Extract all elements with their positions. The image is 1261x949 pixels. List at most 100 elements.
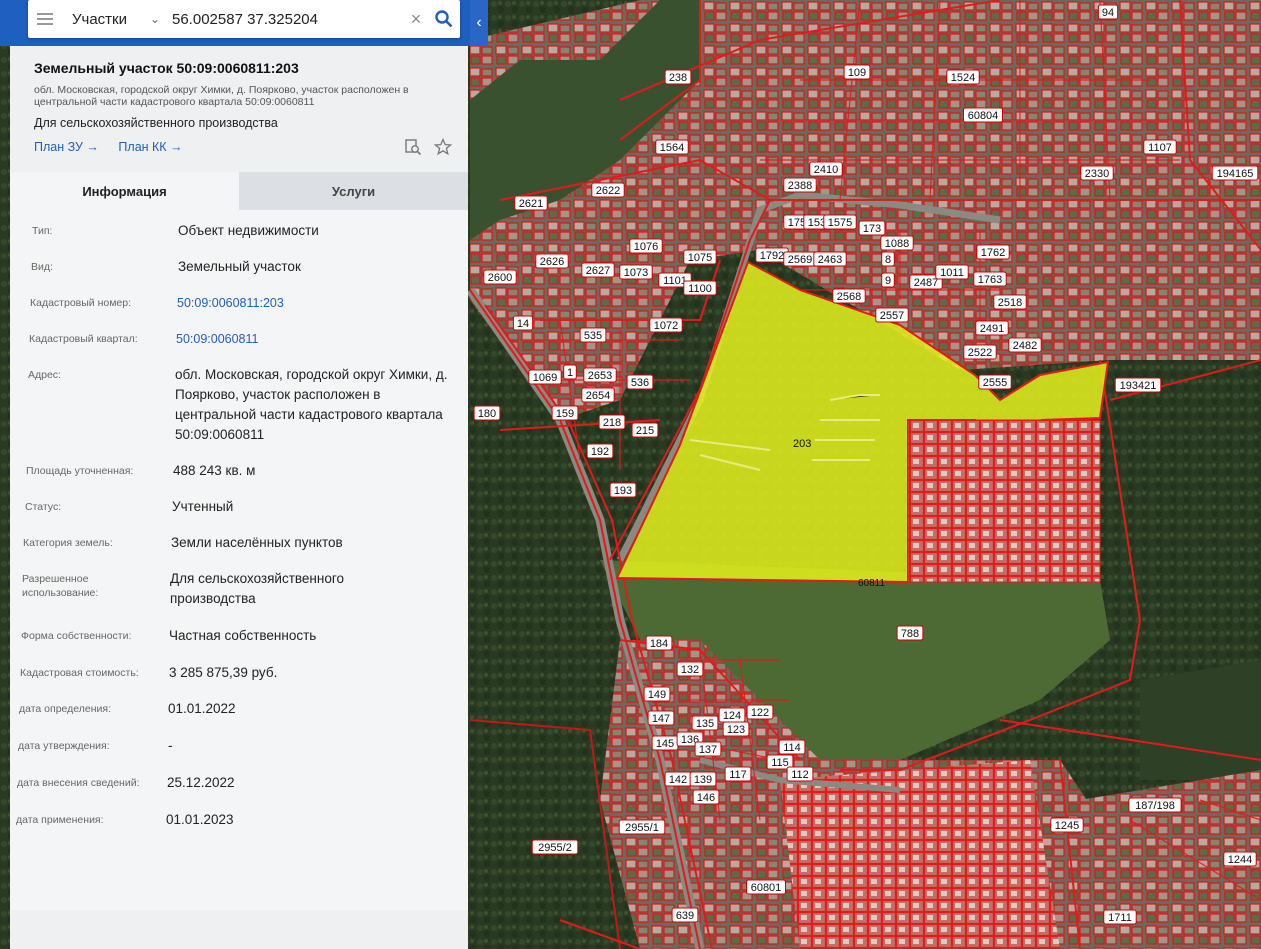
parcel-number-label[interactable]: 124: [718, 707, 746, 723]
parcel-number-label[interactable]: 1: [563, 364, 577, 380]
parcel-number-label[interactable]: 2482: [1008, 337, 1042, 353]
parcel-number-label[interactable]: 159: [551, 405, 579, 421]
parcel-number-label[interactable]: 112: [786, 766, 814, 782]
svg-text:135: 135: [696, 718, 714, 730]
parcel-number-label[interactable]: 1088: [880, 235, 914, 251]
parcel-number-label[interactable]: 146: [692, 789, 720, 805]
parcel-number-label[interactable]: 215: [631, 422, 659, 438]
parcel-number-label[interactable]: 117: [724, 766, 752, 782]
parcel-number-label[interactable]: 2555: [978, 374, 1012, 390]
parcel-number-label[interactable]: 639: [671, 907, 699, 923]
parcel-number-label[interactable]: 194165: [1211, 165, 1259, 181]
parcel-number-label[interactable]: 1011: [935, 264, 969, 280]
search-input[interactable]: 56.002587 37.325204: [172, 11, 404, 28]
parcel-number-label[interactable]: 1076: [629, 238, 663, 254]
parcel-number-label[interactable]: 2463: [813, 251, 847, 267]
menu-icon[interactable]: [28, 0, 62, 38]
parcel-number-label[interactable]: 788: [896, 625, 924, 641]
parcel-number-label[interactable]: 2568: [832, 288, 866, 304]
tab-information[interactable]: Информация: [10, 172, 239, 210]
search-scope-select[interactable]: Участки: [62, 11, 150, 28]
info-value: -: [168, 738, 173, 753]
search-box[interactable]: Участки ⌄ 56.002587 37.325204 ×: [28, 0, 460, 38]
svg-text:1100: 1100: [688, 283, 712, 295]
parcel-number-label[interactable]: 139: [689, 771, 717, 787]
parcel-number-label[interactable]: 145: [651, 735, 679, 751]
parcel-number-label[interactable]: 193421: [1114, 377, 1162, 393]
parcel-number-label[interactable]: 218: [598, 414, 626, 430]
tab-services[interactable]: Услуги: [239, 172, 468, 210]
parcel-number-label[interactable]: 2557: [875, 307, 909, 323]
search-icon[interactable]: [428, 0, 460, 38]
collapse-panel-button[interactable]: ‹: [470, 0, 488, 46]
parcel-number-label[interactable]: 2622: [591, 182, 625, 198]
parcel-number-label[interactable]: 1069: [528, 369, 562, 385]
parcel-number-label[interactable]: 1244: [1223, 851, 1257, 867]
parcel-number-label[interactable]: 1524: [946, 69, 980, 85]
parcel-number-label[interactable]: 2522: [963, 344, 997, 360]
parcel-number-label[interactable]: 94: [1097, 4, 1119, 20]
parcel-number-label[interactable]: 2654: [581, 387, 615, 403]
parcel-number-label[interactable]: 1100: [683, 280, 717, 296]
parcel-number-label[interactable]: 132: [676, 661, 704, 677]
search-document-icon[interactable]: [404, 138, 422, 159]
parcel-number-label[interactable]: 2626: [535, 253, 569, 269]
svg-text:2621: 2621: [519, 198, 543, 210]
parcel-number-label[interactable]: 192: [586, 443, 614, 459]
star-icon[interactable]: [433, 137, 453, 159]
parcel-number-label[interactable]: 1107: [1143, 139, 1177, 155]
parcel-number-label[interactable]: 8: [881, 251, 895, 267]
parcel-number-label[interactable]: 149: [643, 686, 671, 702]
parcel-number-label[interactable]: 2955/2: [531, 839, 579, 855]
parcel-number-label[interactable]: 1075: [683, 249, 717, 265]
parcel-number-label[interactable]: 135: [691, 715, 719, 731]
parcel-number-label[interactable]: 2388: [783, 177, 817, 193]
parcel-number-label[interactable]: 109: [843, 64, 871, 80]
parcel-number-label[interactable]: 2621: [514, 195, 548, 211]
parcel-number-label[interactable]: 2600: [483, 269, 517, 285]
parcel-number-label[interactable]: 123: [722, 721, 750, 737]
info-key: дата применения:: [16, 814, 104, 826]
parcel-number-label[interactable]: 2653: [583, 367, 617, 383]
parcel-number-label[interactable]: 60804: [963, 107, 1003, 123]
parcel-number-label[interactable]: 142: [664, 771, 692, 787]
parcel-number-label[interactable]: 9: [881, 272, 895, 288]
parcel-number-label[interactable]: 535: [579, 327, 607, 343]
svg-text:2463: 2463: [818, 254, 842, 266]
plan-kk-link[interactable]: План КК →: [118, 140, 182, 154]
parcel-number-label[interactable]: 536: [626, 374, 654, 390]
parcel-number-label[interactable]: 1575: [823, 214, 857, 230]
parcel-number-label[interactable]: 1763: [973, 271, 1007, 287]
parcel-number-label[interactable]: 238: [664, 69, 692, 85]
parcel-number-label[interactable]: 184: [645, 635, 673, 651]
cadastral-quarter-link[interactable]: 50:09:0060811: [176, 329, 259, 349]
clear-icon[interactable]: ×: [404, 9, 428, 30]
svg-text:173: 173: [863, 223, 881, 235]
parcel-number-label[interactable]: 193: [609, 482, 637, 498]
parcel-number-label[interactable]: 173: [858, 220, 886, 236]
parcel-number-label[interactable]: 1762: [976, 244, 1010, 260]
parcel-number-label[interactable]: 60801: [746, 879, 786, 895]
parcel-number-label[interactable]: 1245: [1050, 817, 1084, 833]
parcel-number-label[interactable]: 180: [473, 405, 501, 421]
parcel-number-label[interactable]: 187/198: [1128, 797, 1182, 813]
parcel-number-label[interactable]: 114: [778, 739, 806, 755]
parcel-number-label[interactable]: 137: [694, 741, 722, 757]
parcel-number-label[interactable]: 2491: [975, 320, 1009, 336]
parcel-number-label[interactable]: 122: [746, 704, 774, 720]
parcel-number-label[interactable]: 147: [647, 710, 675, 726]
parcel-number-label[interactable]: 1564: [655, 139, 689, 155]
parcel-number-label[interactable]: 1711: [1103, 909, 1137, 925]
parcel-number-label[interactable]: 2518: [993, 294, 1027, 310]
parcel-number-label[interactable]: 2330: [1080, 165, 1114, 181]
chevron-down-icon[interactable]: ⌄: [150, 12, 172, 26]
parcel-number-label[interactable]: 2410: [809, 161, 843, 177]
parcel-number-label[interactable]: 2569: [783, 251, 817, 267]
cadastral-number-link[interactable]: 50:09:0060811:203: [177, 293, 284, 313]
parcel-number-label[interactable]: 1072: [649, 317, 683, 333]
parcel-number-label[interactable]: 2955/1: [618, 819, 666, 835]
parcel-number-label[interactable]: 2627: [581, 262, 615, 278]
plan-zu-link[interactable]: План ЗУ →: [34, 140, 99, 154]
parcel-number-label[interactable]: 1073: [619, 264, 653, 280]
parcel-number-label[interactable]: 14: [512, 315, 534, 331]
